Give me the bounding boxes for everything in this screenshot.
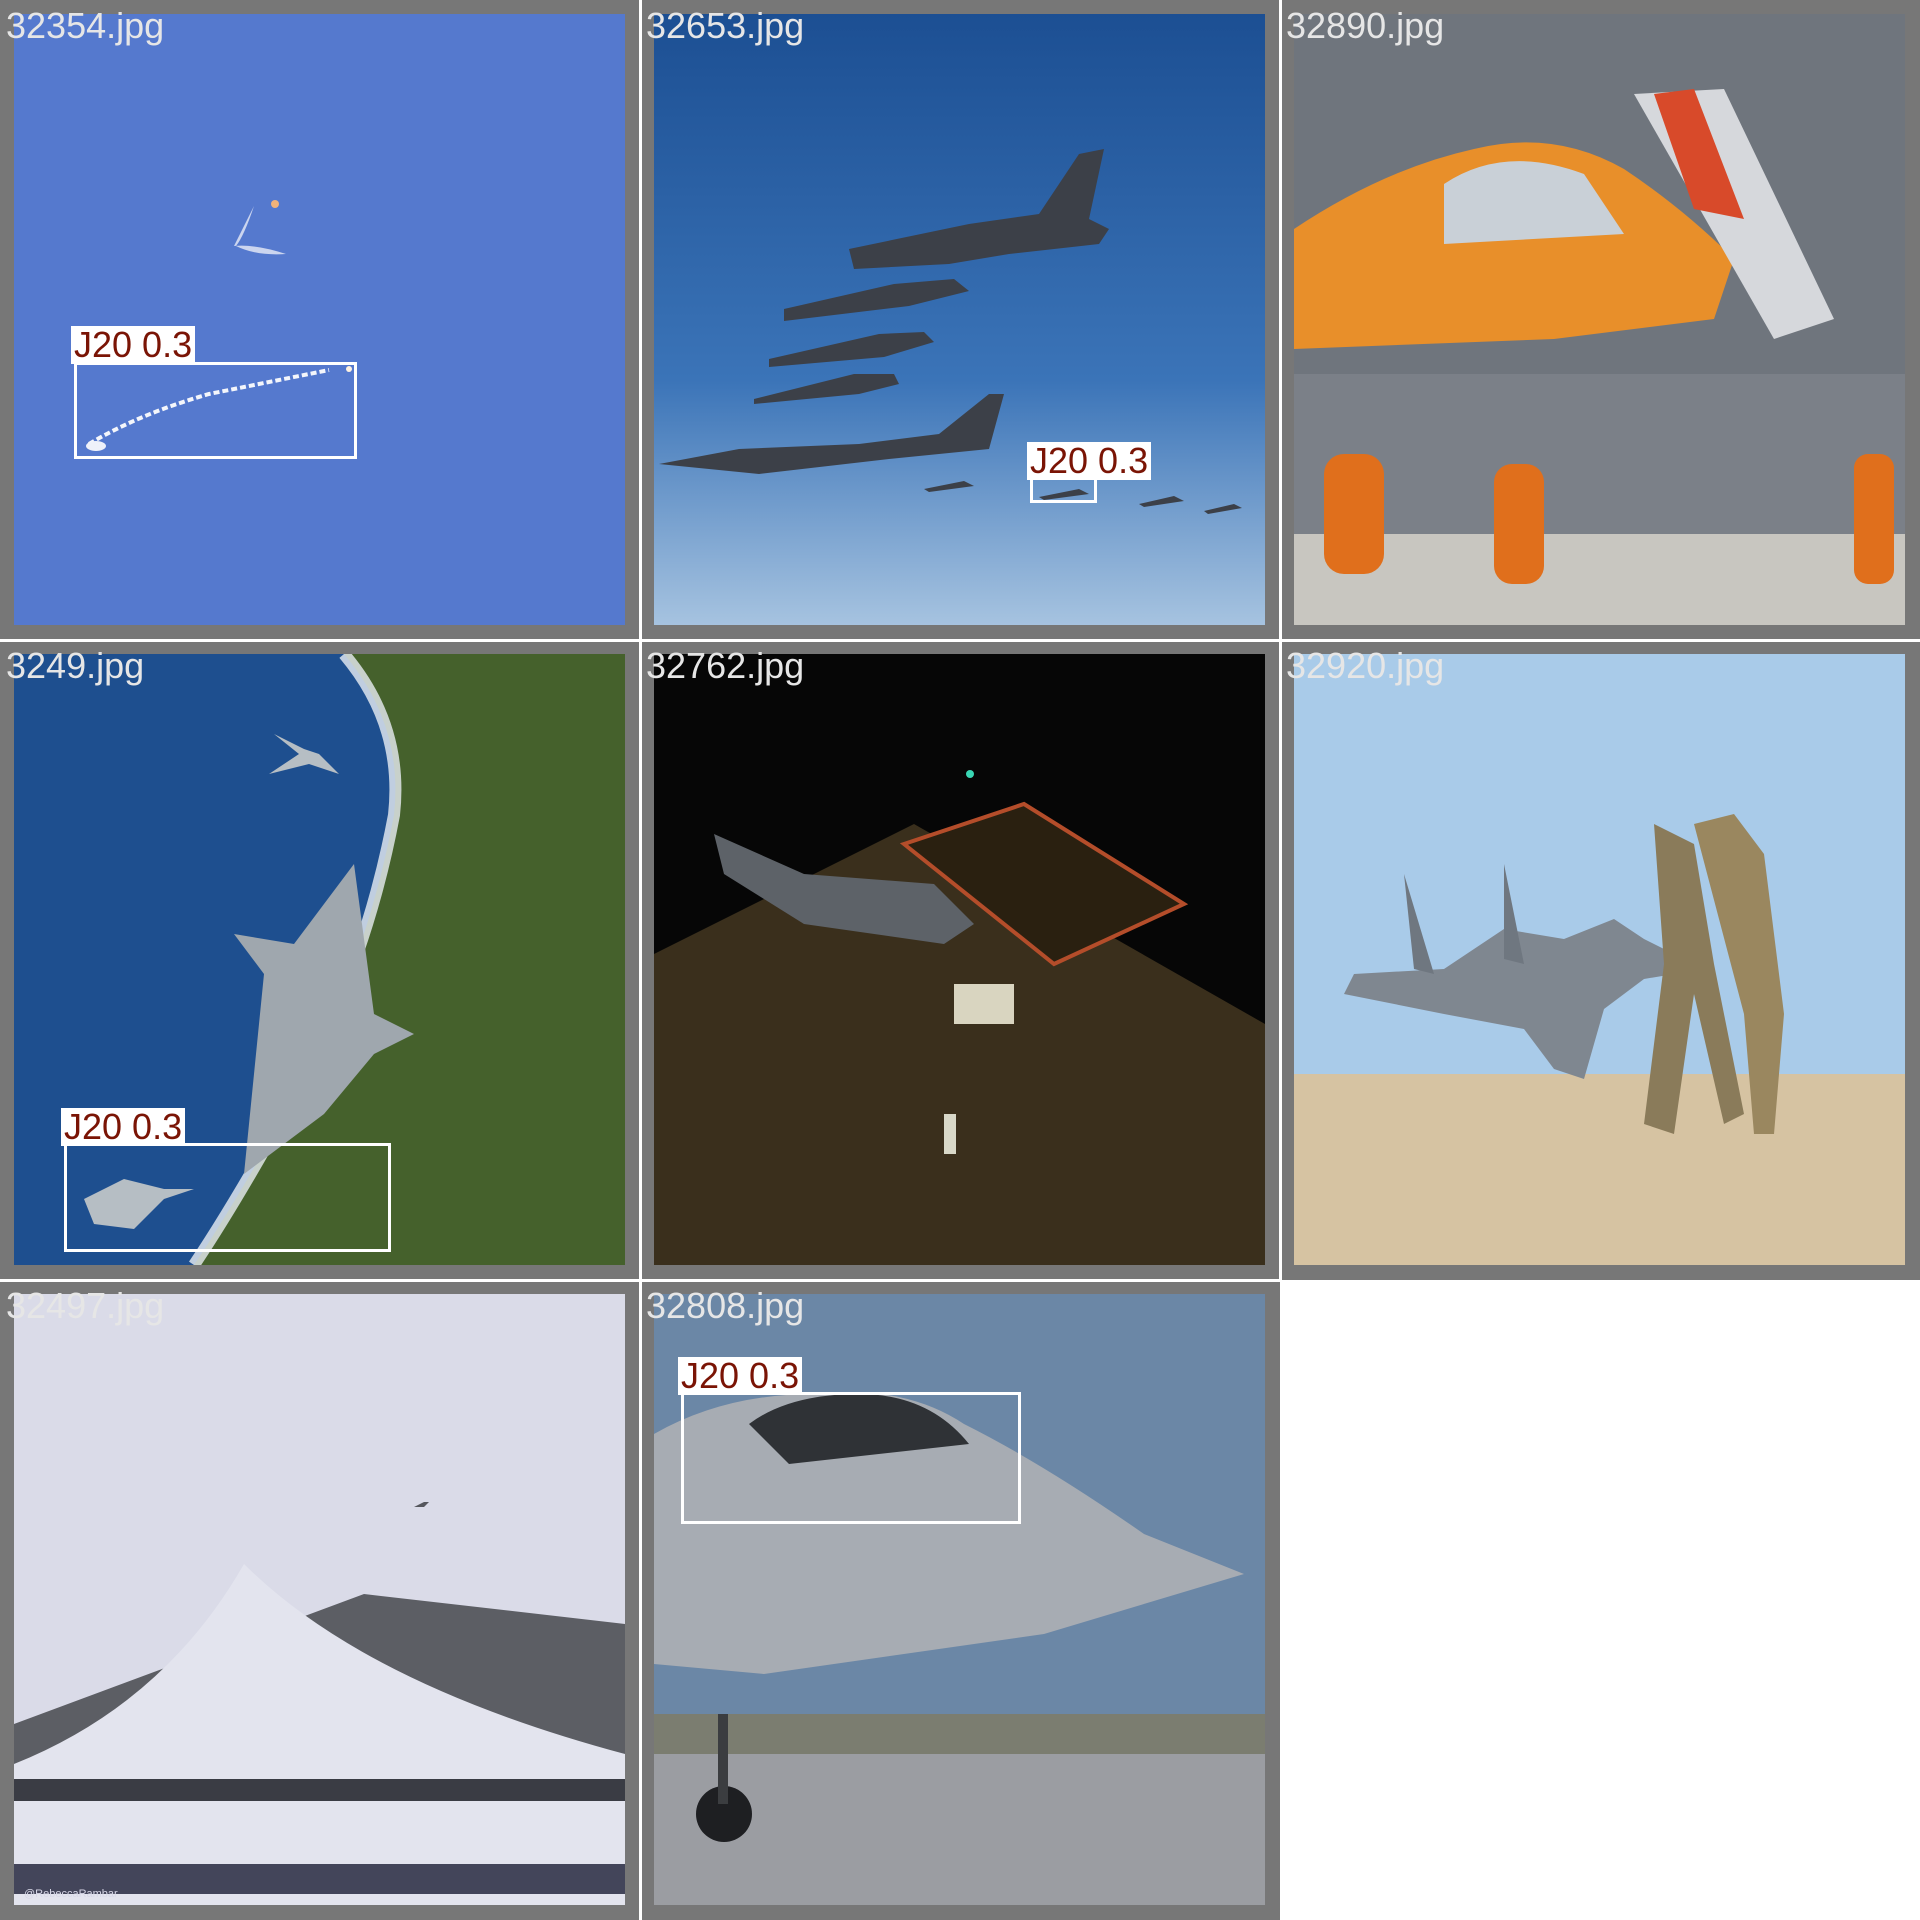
- detection-mosaic: 32354.jpg J20 0.3 32653.jpg J20 0.3 3289…: [0, 0, 1920, 1920]
- grid-divider: [639, 0, 642, 1920]
- photo-f35-with-marines: [1294, 654, 1905, 1265]
- tile-3249[interactable]: 3249.jpg J20 0.3: [0, 640, 640, 1280]
- tile-filename: 3249.jpg: [6, 645, 145, 686]
- tile-filename: 32354.jpg: [6, 5, 165, 46]
- detection-box: [64, 1143, 391, 1252]
- tile-32808[interactable]: 32808.jpg J20 0.3: [640, 1280, 1280, 1920]
- detection-box: [681, 1392, 1021, 1524]
- empty-cell: [1282, 1282, 1920, 1920]
- tile-32920[interactable]: 32920.jpg: [1280, 640, 1920, 1280]
- tile-filename: 32890.jpg: [1286, 5, 1445, 46]
- detection-box: [74, 362, 357, 459]
- detection-label: J20 0.3: [678, 1357, 803, 1395]
- tile-filename: 32497.jpg: [6, 1285, 165, 1326]
- tile-filename: 32920.jpg: [1286, 645, 1445, 686]
- photo-watermark: @RebeccaRambar: [24, 1888, 118, 1900]
- photo-formation-flight: [654, 14, 1265, 625]
- tile-32890[interactable]: 32890.jpg: [1280, 0, 1920, 640]
- tile-32497[interactable]: 32497.jpg @RebeccaRambar: [0, 1280, 640, 1920]
- tile-32354[interactable]: 32354.jpg J20 0.3: [0, 0, 640, 640]
- detection-label: J20 0.3: [1027, 442, 1152, 480]
- detection-label: J20 0.3: [71, 326, 196, 364]
- tile-32653[interactable]: 32653.jpg J20 0.3: [640, 0, 1280, 640]
- photo-white-tent-airshow: [14, 1294, 625, 1905]
- tile-32762[interactable]: 32762.jpg: [640, 640, 1280, 1280]
- photo-sky-missile-trail: [14, 14, 625, 625]
- grid-divider: [0, 639, 1920, 642]
- tile-filename: 32808.jpg: [646, 1285, 805, 1326]
- tile-filename: 32762.jpg: [646, 645, 805, 686]
- grid-divider: [0, 1279, 1282, 1282]
- tile-filename: 32653.jpg: [646, 5, 805, 46]
- photo-hangar-trainer-jet: [1294, 14, 1905, 625]
- detection-label: J20 0.3: [61, 1108, 186, 1146]
- photo-carrier-deck-night: [654, 654, 1265, 1265]
